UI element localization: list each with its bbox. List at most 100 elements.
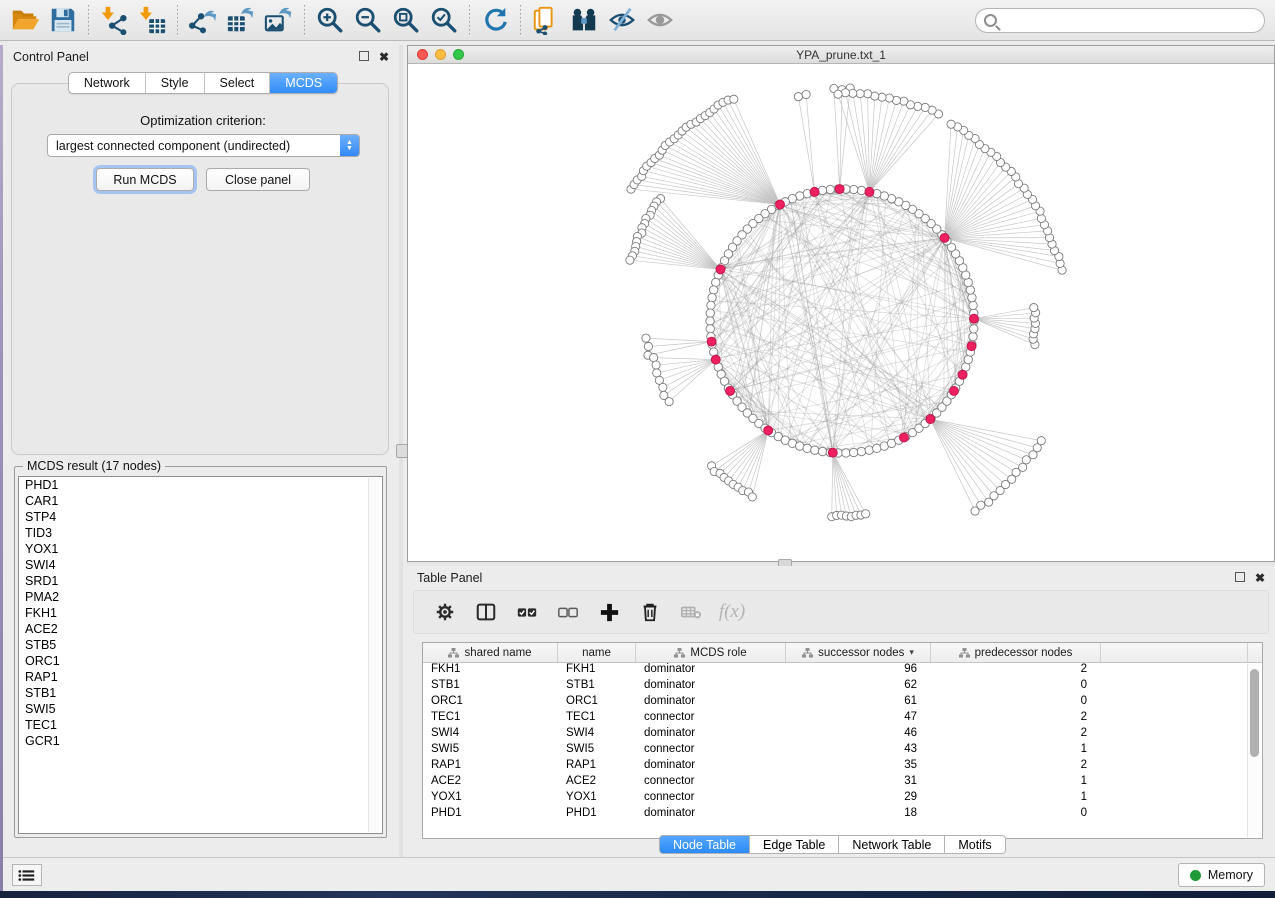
mcds-result-item[interactable]: CAR1 bbox=[19, 493, 382, 509]
status-menu-button[interactable] bbox=[12, 864, 42, 886]
mcds-result-item[interactable]: STB1 bbox=[19, 685, 382, 701]
new-network-icon[interactable] bbox=[527, 3, 565, 37]
table-options-icon[interactable] bbox=[432, 599, 458, 625]
mcds-result-item[interactable]: SRD1 bbox=[19, 573, 382, 589]
column-header-successor-nodes[interactable]: successor nodes▾ bbox=[786, 643, 931, 662]
cell: ORC1 bbox=[558, 695, 636, 711]
import-network-icon[interactable] bbox=[95, 3, 133, 37]
table-scrollbar[interactable] bbox=[1247, 664, 1261, 837]
zoom-fit-icon[interactable] bbox=[387, 3, 425, 37]
tab-network[interactable]: Network bbox=[69, 73, 145, 93]
table-row[interactable]: ORC1ORC1dominator610 bbox=[423, 695, 1262, 711]
cell: 1 bbox=[931, 775, 1101, 791]
mcds-result-item[interactable]: GCR1 bbox=[19, 733, 382, 749]
column-header-name[interactable]: name bbox=[558, 643, 636, 662]
window-close-icon[interactable] bbox=[417, 49, 428, 60]
toolbar-separator bbox=[88, 5, 89, 35]
table-row[interactable]: RAP1RAP1dominator352 bbox=[423, 759, 1262, 775]
mcds-result-item[interactable]: FKH1 bbox=[19, 605, 382, 621]
tab-style[interactable]: Style bbox=[145, 73, 204, 93]
mcds-result-item[interactable]: STB5 bbox=[19, 637, 382, 653]
table-row[interactable]: STB1STB1dominator620 bbox=[423, 679, 1262, 695]
close-panel-icon[interactable]: ✖ bbox=[1255, 572, 1265, 584]
memory-button[interactable]: Memory bbox=[1178, 863, 1265, 887]
add-column-icon[interactable] bbox=[596, 599, 622, 625]
cell: RAP1 bbox=[558, 759, 636, 775]
table-row[interactable]: SWI4SWI4dominator462 bbox=[423, 727, 1262, 743]
cell: dominator bbox=[636, 679, 786, 695]
network-canvas-svg[interactable] bbox=[408, 64, 1274, 561]
mcds-result-list[interactable]: PHD1CAR1STP4TID3YOX1SWI4SRD1PMA2FKH1ACE2… bbox=[18, 476, 383, 834]
tab-node-table[interactable]: Node Table bbox=[659, 835, 750, 854]
open-file-icon[interactable] bbox=[6, 3, 44, 37]
hide-selected-icon[interactable] bbox=[603, 3, 641, 37]
function-builder-icon: f(x) bbox=[719, 599, 745, 625]
cell: SWI5 bbox=[423, 743, 558, 759]
mcds-scrollbar[interactable] bbox=[368, 478, 381, 832]
zoom-in-icon[interactable] bbox=[311, 3, 349, 37]
delete-column-icon[interactable] bbox=[637, 599, 663, 625]
mcds-result-item[interactable]: ORC1 bbox=[19, 653, 382, 669]
tab-motifs[interactable]: Motifs bbox=[945, 835, 1005, 854]
mcds-result-item[interactable]: TID3 bbox=[19, 525, 382, 541]
table-row[interactable]: YOX1YOX1connector291 bbox=[423, 791, 1262, 807]
cell: TEC1 bbox=[558, 711, 636, 727]
run-mcds-button[interactable]: Run MCDS bbox=[96, 168, 194, 191]
cell: PHD1 bbox=[423, 807, 558, 823]
mcds-result-item[interactable]: SWI5 bbox=[19, 701, 382, 717]
close-panel-icon[interactable]: ✖ bbox=[379, 51, 389, 63]
network-window-titlebar[interactable]: YPA_prune.txt_1 bbox=[408, 46, 1274, 64]
window-minimize-icon[interactable] bbox=[435, 49, 446, 60]
mcds-result-item[interactable]: RAP1 bbox=[19, 669, 382, 685]
column-header-predecessor-nodes[interactable]: predecessor nodes bbox=[931, 643, 1101, 662]
column-header-shared-name[interactable]: shared name bbox=[423, 643, 558, 662]
first-neighbors-icon[interactable] bbox=[565, 3, 603, 37]
save-session-icon[interactable] bbox=[44, 3, 82, 37]
float-panel-icon[interactable] bbox=[1235, 572, 1245, 584]
table-row[interactable]: FKH1FKH1dominator962 bbox=[423, 663, 1262, 679]
close-panel-button[interactable]: Close panel bbox=[206, 168, 310, 191]
mcds-result-item[interactable]: ACE2 bbox=[19, 621, 382, 637]
mcds-result-item[interactable]: PMA2 bbox=[19, 589, 382, 605]
table-row[interactable]: SWI5SWI5connector431 bbox=[423, 743, 1262, 759]
search-input[interactable] bbox=[975, 8, 1265, 33]
table-toolbar: f(x) bbox=[413, 590, 1269, 634]
column-header-spare[interactable] bbox=[1101, 643, 1248, 662]
cell: FKH1 bbox=[558, 663, 636, 679]
zoom-selected-icon[interactable] bbox=[425, 3, 463, 37]
mcds-result-title: MCDS result (17 nodes) bbox=[23, 459, 165, 473]
cell: 29 bbox=[786, 791, 931, 807]
export-network-icon[interactable] bbox=[184, 3, 222, 37]
search-field[interactable] bbox=[1002, 14, 1256, 28]
mcds-result-item[interactable]: TEC1 bbox=[19, 717, 382, 733]
show-all-icon[interactable] bbox=[641, 3, 679, 37]
table-row[interactable]: ACE2ACE2connector311 bbox=[423, 775, 1262, 791]
optimization-select[interactable]: largest connected component (undirected)… bbox=[47, 134, 360, 157]
select-all-icon[interactable] bbox=[514, 599, 540, 625]
tab-network-table[interactable]: Network Table bbox=[839, 835, 945, 854]
float-panel-icon[interactable] bbox=[359, 51, 369, 63]
export-table-icon[interactable] bbox=[222, 3, 260, 37]
tab-edge-table[interactable]: Edge Table bbox=[750, 835, 839, 854]
optimization-value: largest connected component (undirected) bbox=[48, 139, 340, 153]
cell: 43 bbox=[786, 743, 931, 759]
export-image-icon[interactable] bbox=[260, 3, 298, 37]
import-table-icon[interactable] bbox=[133, 3, 171, 37]
table-row[interactable]: PHD1PHD1dominator180 bbox=[423, 807, 1262, 823]
node-table[interactable]: shared namenameMCDS rolesuccessor nodes▾… bbox=[422, 642, 1263, 839]
deselect-all-icon[interactable] bbox=[555, 599, 581, 625]
zoom-out-icon[interactable] bbox=[349, 3, 387, 37]
table-scrollbar-thumb[interactable] bbox=[1250, 669, 1259, 757]
window-maximize-icon[interactable] bbox=[453, 49, 464, 60]
panel-mode-icon[interactable] bbox=[473, 599, 499, 625]
table-row[interactable]: TEC1TEC1connector472 bbox=[423, 711, 1262, 727]
tab-select[interactable]: Select bbox=[204, 73, 270, 93]
refresh-icon[interactable] bbox=[476, 3, 514, 37]
tab-mcds[interactable]: MCDS bbox=[269, 73, 337, 93]
cell: 0 bbox=[931, 807, 1101, 823]
mcds-result-item[interactable]: YOX1 bbox=[19, 541, 382, 557]
mcds-result-item[interactable]: SWI4 bbox=[19, 557, 382, 573]
mcds-result-item[interactable]: PHD1 bbox=[19, 477, 382, 493]
mcds-result-item[interactable]: STP4 bbox=[19, 509, 382, 525]
column-header-MCDS-role[interactable]: MCDS role bbox=[636, 643, 786, 662]
